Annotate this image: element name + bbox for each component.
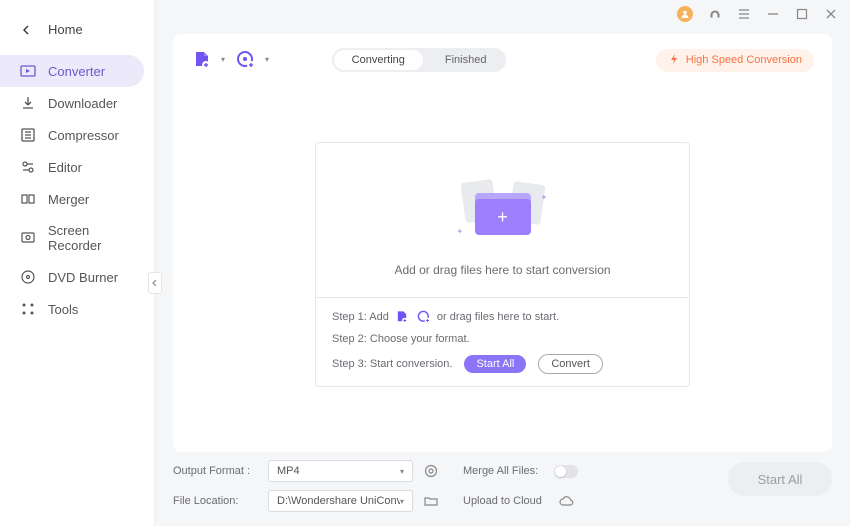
add-dvd-button[interactable]: ▾ — [235, 49, 257, 71]
card-toolbar: ▾ ▾ Converting Finished High Speed Conve… — [173, 48, 832, 86]
downloader-icon — [20, 95, 36, 111]
maximize-icon[interactable] — [794, 7, 809, 22]
start-all-button[interactable]: Start All — [728, 462, 832, 496]
high-speed-label: High Speed Conversion — [686, 54, 802, 66]
row-file-location: File Location: D:\Wondershare UniConvert… — [173, 490, 832, 512]
chevron-down-icon: ▾ — [265, 55, 269, 64]
drop-zone-text: Add or drag files here to start conversi… — [336, 263, 669, 277]
add-dvd-mini-icon — [417, 310, 431, 324]
cloud-icon[interactable] — [558, 493, 574, 509]
merge-toggle[interactable] — [554, 465, 578, 478]
sidebar-item-recorder[interactable]: Screen Recorder — [0, 215, 154, 261]
chevron-down-icon: ▾ — [400, 497, 404, 506]
bottom-bar: Output Format : MP4 ▾ Merge All Files: F… — [173, 460, 832, 512]
step-1: Step 1: Add or drag files here to start. — [332, 310, 673, 324]
sidebar-item-label: Downloader — [48, 96, 117, 111]
tab-control: Converting Finished — [332, 48, 507, 72]
start-all-hint-button[interactable]: Start All — [464, 355, 526, 373]
upload-cloud-label: Upload to Cloud — [463, 495, 542, 507]
minimize-icon[interactable] — [765, 7, 780, 22]
sidebar-item-label: Compressor — [48, 128, 119, 143]
home-label[interactable]: Home — [48, 22, 83, 37]
sidebar-item-label: Merger — [48, 192, 89, 207]
output-format-label: Output Format : — [173, 465, 258, 477]
file-location-label: File Location: — [173, 495, 258, 507]
collapse-handle[interactable] — [148, 272, 162, 294]
file-location-select[interactable]: D:\Wondershare UniConverter 1 ▾ — [268, 490, 413, 512]
sparkle-icon: ✦ — [541, 193, 547, 199]
sidebar-item-label: Screen Recorder — [48, 223, 134, 253]
tab-converting[interactable]: Converting — [334, 50, 423, 70]
output-format-value: MP4 — [277, 465, 300, 477]
sidebar-item-dvd[interactable]: DVD Burner — [0, 261, 154, 293]
content-card: ▾ ▾ Converting Finished High Speed Conve… — [173, 34, 832, 452]
menu-icon[interactable] — [736, 7, 751, 22]
chevron-down-icon: ▾ — [221, 55, 225, 64]
step-1-prefix: Step 1: Add — [332, 311, 389, 323]
convert-hint-button[interactable]: Convert — [538, 354, 603, 374]
high-speed-badge[interactable]: High Speed Conversion — [656, 49, 814, 72]
editor-icon — [20, 159, 36, 175]
add-file-button[interactable]: ▾ — [191, 49, 213, 71]
add-buttons: ▾ ▾ — [191, 49, 257, 71]
plus-icon: + — [497, 207, 508, 228]
headset-icon[interactable] — [707, 7, 722, 22]
sidebar-header: Home — [0, 12, 154, 55]
close-icon[interactable] — [823, 7, 838, 22]
avatar-icon[interactable] — [677, 6, 693, 22]
output-format-select[interactable]: MP4 ▾ — [268, 460, 413, 482]
step-3-text: Step 3: Start conversion. — [332, 358, 452, 370]
sidebar-item-downloader[interactable]: Downloader — [0, 87, 154, 119]
drop-zone-steps: Step 1: Add or drag files here to start.… — [316, 297, 689, 386]
sidebar: Home Converter Downloader Compressor Edi… — [0, 0, 155, 526]
bolt-icon — [668, 53, 680, 68]
drop-zone-upper: + ✦ ✦ Add or drag files here to start co… — [316, 143, 689, 297]
folder-open-icon[interactable] — [423, 493, 439, 509]
merger-icon — [20, 191, 36, 207]
tools-icon — [20, 301, 36, 317]
step-3: Step 3: Start conversion. Start All Conv… — [332, 354, 673, 374]
tab-finished[interactable]: Finished — [425, 48, 507, 72]
sidebar-item-label: Editor — [48, 160, 82, 175]
compressor-icon — [20, 127, 36, 143]
step-1-suffix: or drag files here to start. — [437, 311, 559, 323]
titlebar — [155, 0, 850, 26]
main: ▾ ▾ Converting Finished High Speed Conve… — [155, 0, 850, 526]
sidebar-item-merger[interactable]: Merger — [0, 183, 154, 215]
file-location-value: D:\Wondershare UniConverter 1 — [277, 495, 400, 507]
sparkle-icon: ✦ — [457, 227, 463, 233]
sidebar-item-tools[interactable]: Tools — [0, 293, 154, 325]
sidebar-item-converter[interactable]: Converter — [0, 55, 144, 87]
back-icon[interactable] — [20, 23, 34, 37]
merge-label: Merge All Files: — [463, 465, 538, 477]
settings-icon[interactable] — [423, 463, 439, 479]
dvd-icon — [20, 269, 36, 285]
recorder-icon — [20, 230, 36, 246]
folder-illustration: + ✦ ✦ — [453, 175, 553, 245]
sidebar-item-label: Converter — [48, 64, 105, 79]
sidebar-item-editor[interactable]: Editor — [0, 151, 154, 183]
sidebar-item-compressor[interactable]: Compressor — [0, 119, 154, 151]
step-2: Step 2: Choose your format. — [332, 333, 673, 345]
drop-zone[interactable]: + ✦ ✦ Add or drag files here to start co… — [315, 142, 690, 387]
converter-icon — [20, 63, 36, 79]
sidebar-item-label: DVD Burner — [48, 270, 118, 285]
sidebar-item-label: Tools — [48, 302, 78, 317]
add-file-mini-icon — [395, 310, 409, 324]
chevron-down-icon: ▾ — [400, 467, 404, 476]
